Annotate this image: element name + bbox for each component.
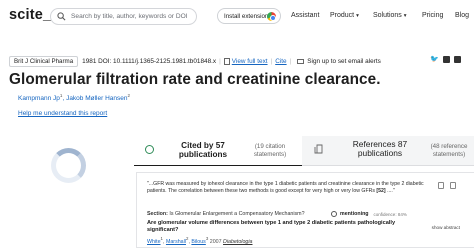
- snippet-reference: [52]: [376, 188, 386, 195]
- citing-author-link[interactable]: Bilous: [191, 239, 205, 245]
- copy-icon[interactable]: [438, 182, 444, 189]
- email-alert-link[interactable]: Sign up to set email alerts: [307, 58, 381, 65]
- search-input[interactable]: [71, 9, 195, 24]
- install-extension-label: Install extension!: [224, 12, 271, 20]
- nav-solutions[interactable]: Solutions ▾: [373, 12, 407, 19]
- mail-icon: [297, 58, 305, 64]
- chevron-down-icon: ▾: [356, 13, 359, 19]
- nav-product[interactable]: Product ▾: [330, 12, 359, 19]
- references-icon: [314, 144, 323, 154]
- citation-section: Section: Is Glomerular Enlargement a Com…: [147, 211, 305, 217]
- citing-paper-authors: White1, Marshall2, Bilous3 2007 Diabetol…: [147, 236, 253, 245]
- top-nav: scite_ Install extension! Assistant Prod…: [0, 0, 474, 33]
- linkedin-icon[interactable]: [454, 55, 461, 63]
- year-doi: 1981 DOI: 10.1111/j.1365-2125.1981.tb018…: [82, 57, 217, 65]
- citing-author-link[interactable]: Marshall: [166, 239, 186, 245]
- cited-by-statements: (19 citation statements): [253, 143, 287, 158]
- search-box[interactable]: [50, 8, 197, 25]
- citation-snippet: "...GFR was measured by iohexol clearanc…: [147, 181, 429, 196]
- citing-paper-title[interactable]: Are glomerular volume differences betwee…: [147, 220, 397, 234]
- cited-by-count: Cited by 57 publications: [178, 141, 228, 159]
- bookmark-icon[interactable]: [450, 182, 456, 189]
- author-affiliation: 1: [59, 93, 63, 98]
- nav-pricing[interactable]: Pricing: [422, 12, 443, 19]
- twitter-icon[interactable]: 🐦: [430, 55, 439, 63]
- facebook-icon[interactable]: [443, 55, 450, 63]
- share-icons: 🐦: [430, 55, 461, 63]
- citation-card: "...GFR was measured by iohexol clearanc…: [136, 172, 474, 248]
- mentioning-icon: [331, 211, 337, 217]
- section-label: Section:: [147, 211, 168, 217]
- references-count: References 87 publications: [352, 139, 408, 158]
- mentioning-label: mentioning: [340, 211, 369, 217]
- nav-product-label: Product: [330, 12, 355, 19]
- divider: |: [289, 57, 292, 65]
- section-text: Is Glomerular Enlargement a Compensatory…: [169, 211, 305, 217]
- divider: |: [219, 57, 221, 65]
- citation-tabs: Cited by 57 publications (19 citation st…: [134, 136, 474, 166]
- divider: |: [270, 57, 273, 65]
- article-title: Glomerular filtration rate and creatinin…: [9, 71, 381, 88]
- author-affiliation: 2: [127, 93, 130, 98]
- chevron-down-icon: ▾: [403, 13, 407, 19]
- tab-references[interactable]: References 87 publications (48 reference…: [302, 136, 474, 166]
- mentioning-badge: mentioning confidence: 84%: [331, 211, 407, 217]
- nav-assistant[interactable]: Assistant: [291, 12, 319, 19]
- citing-paper-journal[interactable]: Diabetologia: [223, 239, 252, 245]
- citing-paper-year: 2007: [209, 238, 222, 245]
- confidence-score: confidence: 84%: [373, 211, 407, 217]
- chrome-icon: [267, 12, 276, 21]
- card-actions: [438, 182, 456, 189]
- scite-logo[interactable]: scite_: [9, 7, 51, 23]
- nav-blog[interactable]: Blog: [455, 12, 469, 19]
- search-icon: [57, 12, 66, 21]
- help-understand-link[interactable]: Help me understand this report: [18, 110, 107, 117]
- quote-icon: [145, 145, 154, 154]
- citing-author-link[interactable]: White: [147, 239, 161, 245]
- view-full-text-link[interactable]: View full text: [232, 58, 268, 65]
- cite-link[interactable]: Cite: [275, 58, 286, 65]
- install-extension-button[interactable]: Install extension!: [217, 8, 281, 24]
- journal-badge[interactable]: Brit J Clinical Pharma: [9, 55, 79, 67]
- article-meta: Brit J Clinical Pharma 1981 DOI: 10.1111…: [9, 55, 469, 67]
- loading-spinner: [51, 148, 86, 183]
- tab-cited-by[interactable]: Cited by 57 publications (19 citation st…: [134, 136, 302, 166]
- pdf-icon: [223, 57, 230, 65]
- snippet-end: ....": [385, 188, 395, 195]
- show-abstract-link[interactable]: show abstract: [432, 225, 460, 230]
- nav-solutions-label: Solutions: [373, 12, 402, 19]
- references-statements: (48 reference statements): [430, 143, 468, 158]
- author-link[interactable]: Jakob Møller Hansen: [66, 95, 127, 102]
- author-link[interactable]: Kampmann Jp: [18, 95, 60, 102]
- author-list: Kampmann Jp1, Jakob Møller Hansen2: [18, 93, 130, 103]
